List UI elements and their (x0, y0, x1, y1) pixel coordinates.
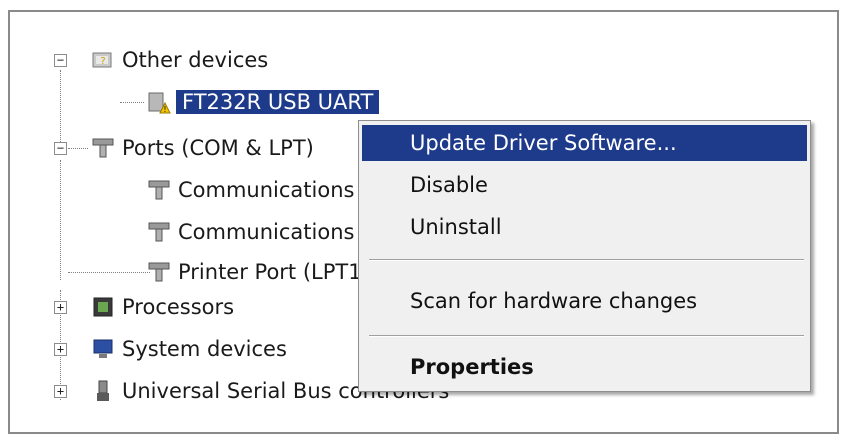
tree-node-other-devices[interactable]: ? Other devices (90, 43, 268, 77)
menu-separator (369, 259, 804, 261)
warning-device-icon: ! (146, 89, 172, 115)
tree-line (68, 272, 150, 273)
svg-text:?: ? (100, 56, 105, 67)
menu-item-properties[interactable]: Properties (362, 349, 807, 385)
menu-separator (369, 335, 804, 337)
collapse-toggle[interactable]: − (54, 142, 67, 155)
port-icon (146, 259, 172, 285)
tree-node-label: FT232R USB UART (176, 90, 380, 114)
tree-node-label: Other devices (122, 48, 269, 72)
system-device-icon (90, 336, 116, 362)
tree-node-ft232r-usb-uart[interactable]: ! FT232R USB UART (146, 85, 380, 119)
tree-line (60, 70, 61, 146)
tree-node-system-devices[interactable]: System devices (90, 332, 287, 366)
tree-node-printer-port[interactable]: Printer Port (LPT1) (146, 255, 370, 289)
port-icon (90, 135, 116, 161)
unknown-device-icon: ? (90, 47, 116, 73)
menu-item-disable[interactable]: Disable (362, 167, 807, 203)
tree-node-processors[interactable]: Processors (90, 290, 234, 324)
collapse-toggle[interactable]: − (54, 54, 67, 67)
menu-item-uninstall[interactable]: Uninstall (362, 209, 807, 245)
tree-node-label: Ports (COM & LPT) (122, 136, 314, 160)
tree-line (68, 148, 88, 149)
svg-text:!: ! (163, 105, 166, 114)
port-icon (146, 219, 172, 245)
expand-toggle[interactable]: + (54, 301, 67, 314)
expand-toggle[interactable]: + (54, 385, 67, 398)
tree-node-ports[interactable]: Ports (COM & LPT) (90, 131, 314, 165)
tree-node-label: System devices (122, 337, 287, 361)
tree-node-label: Printer Port (LPT1) (178, 260, 370, 284)
expand-toggle[interactable]: + (54, 343, 67, 356)
tree-line (60, 160, 61, 280)
port-icon (146, 177, 172, 203)
device-manager-panel: − ? Other devices ! FT232R USB UART − Po… (8, 10, 839, 434)
tree-node-label: Processors (122, 295, 235, 319)
menu-item-update-driver[interactable]: Update Driver Software... (362, 125, 807, 161)
usb-icon (90, 378, 116, 404)
tree-line (120, 102, 144, 103)
context-menu: Update Driver Software... Disable Uninst… (358, 120, 811, 392)
menu-item-scan-hardware[interactable]: Scan for hardware changes (362, 283, 807, 319)
processor-icon (90, 294, 116, 320)
